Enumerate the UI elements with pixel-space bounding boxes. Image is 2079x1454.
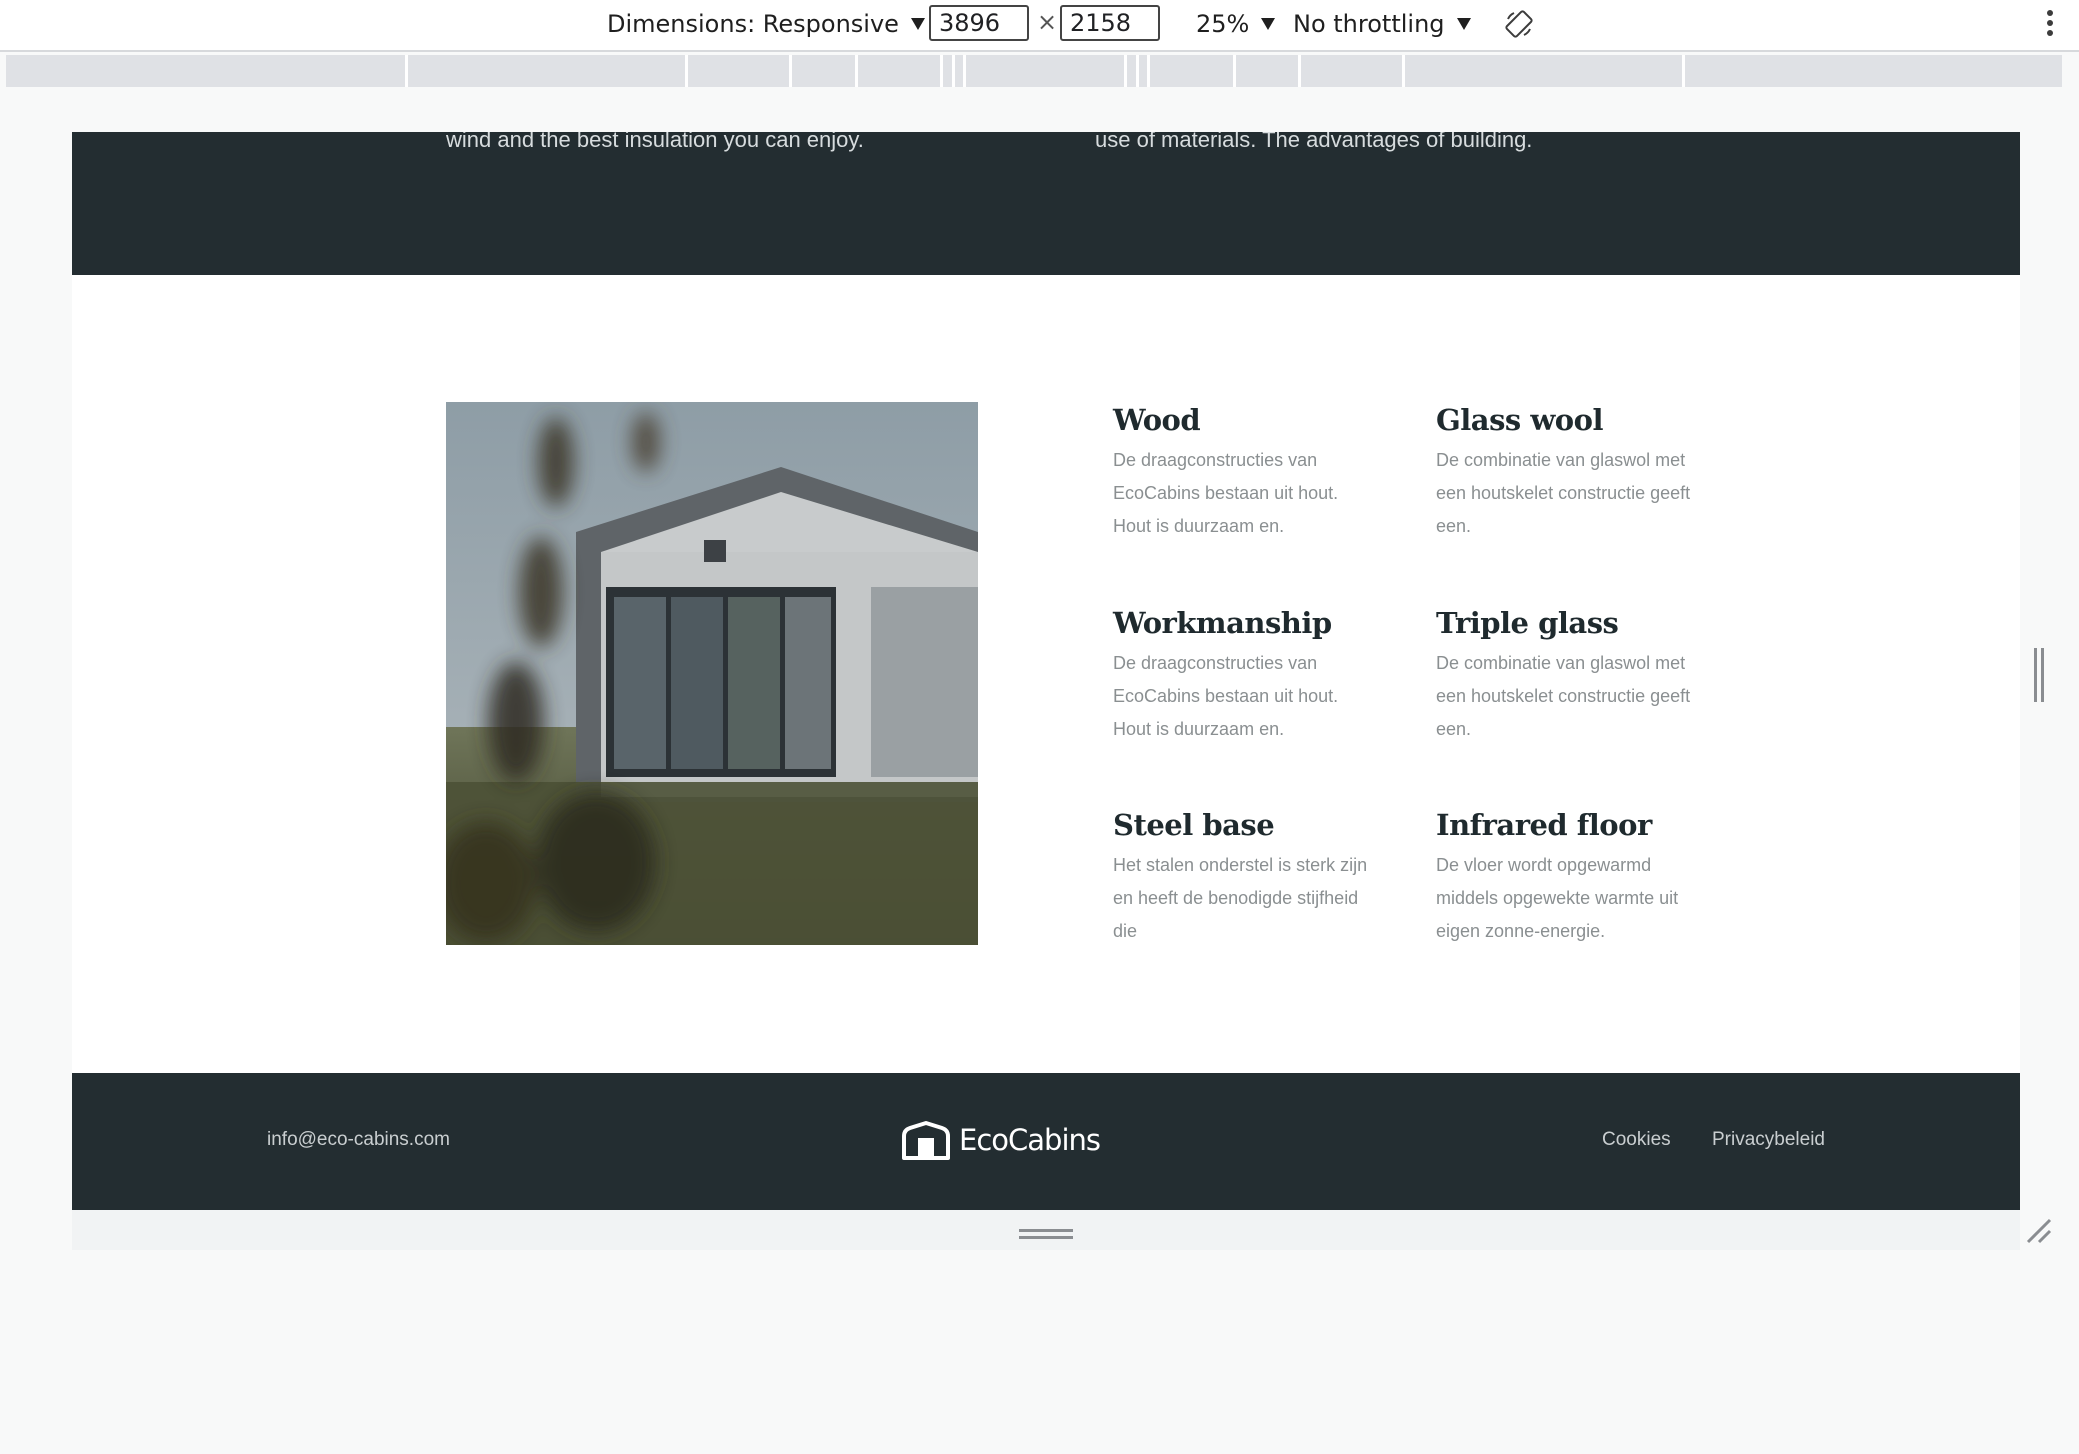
feature-text: Het stalen onderstel is sterk zijn en he… bbox=[1113, 855, 1368, 941]
cabin-logo-icon bbox=[902, 1121, 950, 1160]
feature-title: Wood bbox=[1113, 403, 1201, 437]
width-input[interactable]: 3896 bbox=[929, 5, 1029, 41]
times-symbol: × bbox=[1037, 8, 1058, 36]
feature-text: De draagconstructies van EcoCabins besta… bbox=[1113, 450, 1339, 536]
feature-steel-base: Steel base Het stalen onderstel is sterk… bbox=[1113, 805, 1373, 948]
dimensions-dropdown[interactable]: Dimensions: Responsive bbox=[607, 6, 925, 42]
footer-link-privacy[interactable]: Privacybeleid bbox=[1712, 1129, 1825, 1151]
bottom-resize-handle[interactable] bbox=[1019, 1229, 1073, 1241]
corner-resize-icon[interactable] bbox=[2026, 1218, 2052, 1244]
feature-text: De combinatie van glaswol met een houtsk… bbox=[1436, 450, 1691, 536]
dimensions-label: Dimensions: Responsive bbox=[607, 10, 899, 38]
intro-section: wind and the best insulation you can enj… bbox=[72, 132, 2020, 275]
feature-workmanship: Workmanship De draagconstructies van Eco… bbox=[1113, 603, 1373, 746]
feature-title: Triple glass bbox=[1436, 606, 1619, 640]
emulated-page: wind and the best insulation you can enj… bbox=[72, 132, 2020, 1210]
dimensions-caret-icon bbox=[910, 18, 925, 30]
throttling-label: No throttling bbox=[1293, 10, 1445, 38]
feature-text: De vloer wordt opgewarmd middels opgewek… bbox=[1436, 855, 1679, 941]
height-input[interactable]: 2158 bbox=[1060, 5, 1160, 41]
zoom-label: 25% bbox=[1196, 10, 1250, 38]
throttling-caret-icon bbox=[1456, 18, 1471, 30]
feature-title: Workmanship bbox=[1113, 606, 1332, 640]
feature-text: De combinatie van glaswol met een houtsk… bbox=[1436, 653, 1691, 739]
feature-title: Infrared floor bbox=[1436, 808, 1652, 842]
site-footer: info@eco-cabins.com EcoCabins Cookies Pr… bbox=[72, 1073, 2020, 1210]
feature-title: Steel base bbox=[1113, 808, 1275, 842]
feature-glass-wool: Glass wool De combinatie van glaswol met… bbox=[1436, 400, 1696, 543]
throttling-dropdown[interactable]: No throttling bbox=[1293, 6, 1471, 42]
feature-triple-glass: Triple glass De combinatie van glaswol m… bbox=[1436, 603, 1696, 746]
more-options-icon[interactable] bbox=[2044, 10, 2056, 42]
footer-logo[interactable]: EcoCabins bbox=[901, 1120, 1101, 1160]
logo-wordmark: EcoCabins bbox=[959, 1123, 1101, 1157]
media-query-bar[interactable] bbox=[6, 55, 2062, 87]
cabin-photo bbox=[446, 402, 978, 945]
intro-left-text: wind and the best insulation you can enj… bbox=[446, 132, 864, 152]
intro-right-text: use of materials. The advantages of buil… bbox=[1095, 132, 1533, 152]
feature-text: De draagconstructies van EcoCabins besta… bbox=[1113, 653, 1339, 739]
footer-email-link[interactable]: info@eco-cabins.com bbox=[267, 1129, 450, 1151]
zoom-dropdown[interactable]: 25% bbox=[1196, 6, 1276, 42]
rotate-icon[interactable] bbox=[1504, 9, 1534, 39]
feature-wood: Wood De draagconstructies van EcoCabins … bbox=[1113, 400, 1373, 543]
feature-infrared-floor: Infrared floor De vloer wordt opgewarmd … bbox=[1436, 805, 1686, 948]
feature-title: Glass wool bbox=[1436, 403, 1604, 437]
zoom-caret-icon bbox=[1261, 18, 1276, 30]
footer-link-cookies[interactable]: Cookies bbox=[1602, 1129, 1671, 1151]
right-resize-handle[interactable] bbox=[2034, 648, 2048, 702]
device-toolbar: Dimensions: Responsive 3896 × 2158 25% N… bbox=[0, 0, 2079, 52]
